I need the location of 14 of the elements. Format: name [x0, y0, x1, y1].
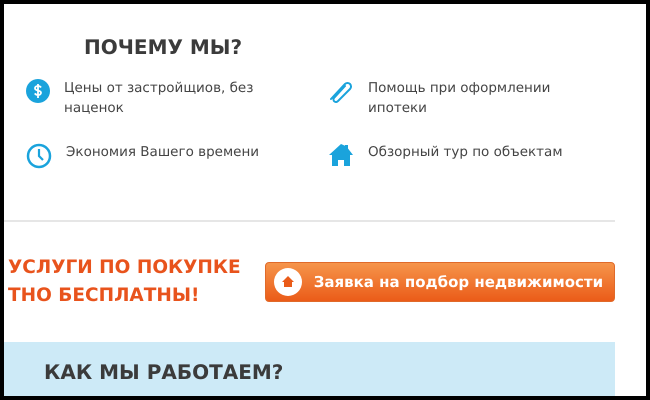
promo-text: УСЛУГИ ПО ПОКУПКЕ: [8, 256, 241, 280]
home-icon: [274, 268, 302, 296]
house-icon: [328, 143, 354, 167]
paperclip-icon: [328, 79, 354, 103]
clock-icon: [26, 143, 52, 169]
section-heading: ПОЧЕМУ МЫ?: [84, 34, 242, 61]
promo-text: ТНО БЕСПЛАТНЫ!: [8, 284, 200, 308]
request-button[interactable]: Заявка на подбор недвижимости: [264, 262, 615, 302]
feature-text: Экономия Вашего времени: [66, 143, 260, 162]
section-heading: КАК МЫ РАБОТАЕМ?: [44, 359, 284, 386]
feature-text: Помощь при оформлении ипотеки: [368, 79, 552, 118]
feature-text: Обзорный тур по объектам: [368, 143, 564, 162]
feature-text: Цены от застройщиов, без наценок: [64, 79, 254, 118]
dollar-icon: [26, 79, 50, 103]
